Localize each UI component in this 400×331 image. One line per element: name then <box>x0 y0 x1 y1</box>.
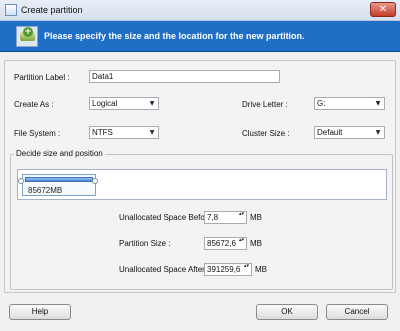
chevron-down-icon: ▼ <box>375 100 381 107</box>
decide-size-section: Decide size and position 85672MB Unalloc… <box>10 149 393 290</box>
chevron-down-icon: ▼ <box>149 100 155 107</box>
cluster-size-value: Default <box>317 128 343 137</box>
add-partition-icon: + <box>16 26 38 47</box>
plus-icon: + <box>23 27 33 37</box>
dialog-content: Partition Label : Data1 Create As : Logi… <box>4 60 396 293</box>
spinner-icon[interactable]: ▴▾ <box>244 264 250 269</box>
cluster-size-label: Cluster Size : <box>242 129 290 138</box>
partition-block[interactable]: 85672MB <box>22 174 96 196</box>
space-after-value: 391259,6 <box>207 265 241 274</box>
partition-fill <box>25 177 93 182</box>
space-before-unit: MB <box>250 213 262 222</box>
header-banner: + Please specify the size and the locati… <box>0 21 400 52</box>
app-icon <box>5 4 17 16</box>
drive-letter-value: G: <box>317 99 326 108</box>
space-after-unit: MB <box>255 265 267 274</box>
partition-size-value: 85672,6 <box>207 239 236 248</box>
create-as-select[interactable]: Logical ▼ <box>89 97 159 110</box>
partition-label-input[interactable]: Data1 <box>89 70 280 83</box>
create-as-value: Logical <box>92 99 118 108</box>
partition-size-label: Partition Size : <box>119 239 171 248</box>
right-resize-handle[interactable] <box>92 178 98 184</box>
file-system-label: File System : <box>14 129 61 138</box>
title-bar: Create partition ✕ <box>0 0 400 21</box>
window-title: Create partition <box>21 5 83 15</box>
partition-size-text: 85672MB <box>28 186 63 195</box>
create-as-label: Create As : <box>14 100 54 109</box>
cancel-button[interactable]: Cancel <box>326 304 388 320</box>
space-before-label: Unallocated Space Before: <box>119 213 215 222</box>
space-after-input[interactable]: 391259,6 ▴▾ <box>204 263 252 276</box>
spinner-icon[interactable]: ▴▾ <box>239 212 245 217</box>
space-before-value: 7,8 <box>207 213 219 222</box>
drive-letter-select[interactable]: G: ▼ <box>314 97 385 110</box>
left-resize-handle[interactable] <box>18 178 24 184</box>
close-button[interactable]: ✕ <box>370 2 396 17</box>
partition-label-label: Partition Label : <box>14 73 70 82</box>
spinner-icon[interactable]: ▴▾ <box>239 238 245 243</box>
file-system-select[interactable]: NTFS ▼ <box>89 126 159 139</box>
banner-text: Please specify the size and the location… <box>44 31 305 41</box>
space-before-input[interactable]: 7,8 ▴▾ <box>204 211 247 224</box>
chevron-down-icon: ▼ <box>375 129 381 136</box>
partition-size-input[interactable]: 85672,6 ▴▾ <box>204 237 247 250</box>
section-legend: Decide size and position <box>14 149 105 158</box>
partition-size-unit: MB <box>250 239 262 248</box>
space-after-label: Unallocated Space After: <box>119 265 208 274</box>
cluster-size-select[interactable]: Default ▼ <box>314 126 385 139</box>
help-button[interactable]: Help <box>9 304 71 320</box>
ok-button[interactable]: OK <box>256 304 318 320</box>
file-system-value: NTFS <box>92 128 113 137</box>
drive-letter-label: Drive Letter : <box>242 100 288 109</box>
chevron-down-icon: ▼ <box>149 129 155 136</box>
partition-map[interactable]: 85672MB <box>17 169 387 200</box>
